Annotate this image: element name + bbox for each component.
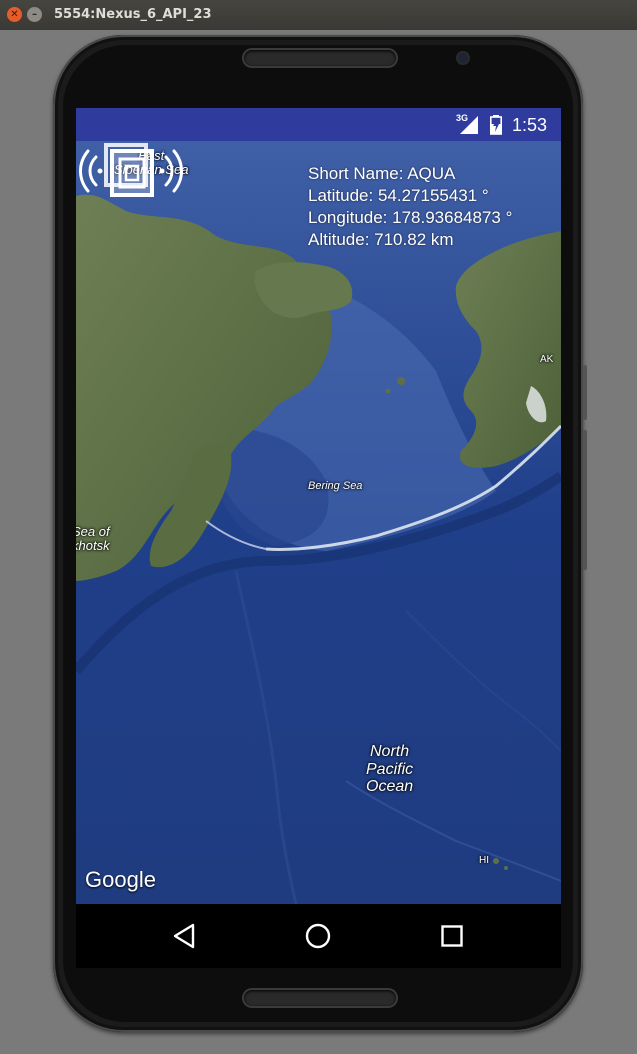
satellite-altitude: Altitude: 710.82 km (308, 230, 454, 249)
map-label-north-pacific-ocean: North Pacific Ocean (366, 743, 414, 796)
navigation-bar (76, 904, 561, 968)
google-attribution-logo: Google (85, 867, 156, 892)
map-label-sea-of-okhotsk: Sea of khotsk (76, 524, 110, 554)
signal-icon (460, 116, 478, 134)
home-button[interactable] (302, 920, 334, 952)
status-time: 1:53 (512, 115, 548, 135)
battery-icon (490, 115, 502, 135)
back-icon (173, 923, 195, 949)
map-label-ak: AK (540, 354, 554, 365)
satellite-latitude: Latitude: 54.27155431 ° (308, 186, 489, 205)
map-label-bering-sea: Bering Sea (308, 480, 363, 492)
map-view[interactable]: East Siberian Sea Sea of khotsk Bering S… (76, 141, 561, 904)
window-title: 5554:Nexus_6_API_23 (54, 7, 212, 22)
back-button[interactable] (168, 920, 200, 952)
status-bar: 3G 1:53 (76, 108, 561, 141)
satellite-info-panel: Short Name: AQUA Latitude: 54.27155431 °… (308, 163, 512, 251)
map-label-hi: HI (479, 855, 489, 866)
satellite-longitude: Longitude: 178.93684873 ° (308, 208, 513, 227)
satellite-map-imagery (76, 141, 561, 904)
recents-icon (441, 925, 463, 947)
window-title-bar: ✕ – 5554:Nexus_6_API_23 (0, 0, 637, 30)
window-minimize-button[interactable]: – (27, 7, 42, 22)
bottom-speaker (244, 990, 396, 1006)
satellite-short-name: Short Name: AQUA (308, 164, 456, 183)
front-camera (458, 53, 468, 63)
top-speaker (244, 50, 396, 66)
device-screen: 3G 1:53 Sea ea of hotsk Bering Sea North… (76, 108, 561, 968)
home-icon (305, 923, 331, 949)
power-button[interactable] (583, 365, 587, 420)
window-close-button[interactable]: ✕ (7, 7, 22, 22)
recents-button[interactable] (436, 920, 468, 952)
satellite-icon[interactable] (76, 141, 186, 201)
volume-button[interactable] (583, 430, 587, 570)
